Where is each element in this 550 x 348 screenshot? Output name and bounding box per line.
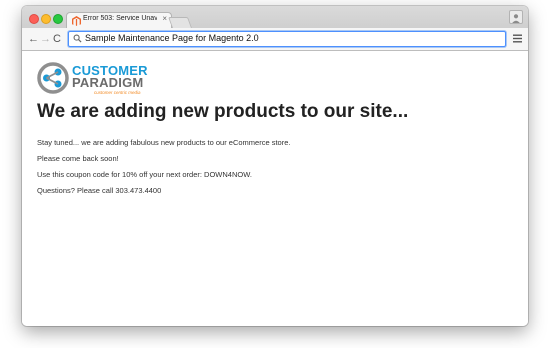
- page-headline: We are adding new products to our site..…: [37, 101, 409, 122]
- hamburger-menu-icon[interactable]: [513, 34, 522, 43]
- close-window-button[interactable]: [29, 14, 39, 24]
- address-bar-text[interactable]: Sample Maintenance Page for Magento 2.0: [85, 33, 259, 43]
- maximize-window-button[interactable]: [53, 14, 63, 24]
- browser-window: Error 503: Service Unavailable × ← → C S…: [22, 6, 528, 326]
- forward-button[interactable]: →: [40, 32, 51, 46]
- message-paragraph: Questions? Please call 303.473.4400: [37, 186, 162, 195]
- message-paragraph: Please come back soon!: [37, 154, 119, 163]
- browser-toolbar: ← → C Sample Maintenance Page for Magent…: [22, 28, 528, 51]
- message-paragraph: Use this coupon code for 10% off your ne…: [37, 170, 252, 179]
- minimize-window-button[interactable]: [41, 14, 51, 24]
- tab-title: Error 503: Service Unavailable: [83, 15, 157, 22]
- new-tab-button[interactable]: [167, 17, 193, 28]
- tab-close-icon[interactable]: ×: [162, 14, 167, 23]
- logo-word-paradigm: PARADIGM: [72, 75, 144, 90]
- person-icon: [512, 14, 520, 23]
- back-button[interactable]: ←: [28, 32, 39, 46]
- message-paragraph: Stay tuned... we are adding fabulous new…: [37, 138, 291, 147]
- profile-button[interactable]: [509, 10, 523, 24]
- tab-strip: Error 503: Service Unavailable ×: [22, 6, 528, 29]
- magento-favicon-icon: [72, 16, 81, 26]
- page-content: CUSTOMER PARADIGM customer centric media…: [22, 51, 528, 326]
- company-logo: CUSTOMER PARADIGM customer centric media: [37, 59, 157, 95]
- tab-active[interactable]: Error 503: Service Unavailable ×: [66, 12, 172, 29]
- logo-mark-icon: [37, 62, 69, 94]
- logo-tagline: customer centric media: [94, 90, 141, 95]
- address-bar[interactable]: Sample Maintenance Page for Magento 2.0: [68, 31, 506, 47]
- search-icon: [73, 34, 82, 43]
- reload-button[interactable]: C: [53, 32, 61, 46]
